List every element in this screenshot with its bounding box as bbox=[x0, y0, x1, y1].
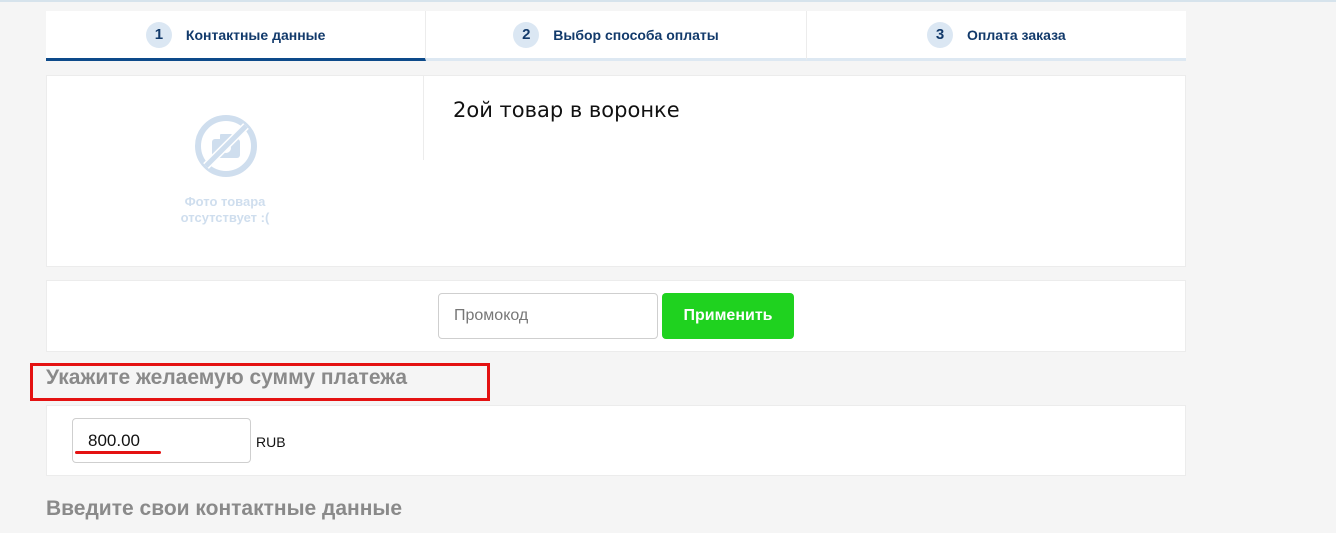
contact-details-heading: Введите свои контактные данные bbox=[46, 497, 403, 520]
step-number-badge: 1 bbox=[145, 21, 172, 48]
top-border-line bbox=[0, 0, 1336, 2]
step-order-payment[interactable]: 3 Оплата заказа bbox=[806, 11, 1186, 61]
product-photo-placeholder: Фото товара отсутствует :( bbox=[47, 76, 423, 266]
no-photo-icon bbox=[195, 115, 257, 177]
step-number-badge: 3 bbox=[926, 21, 953, 48]
checkout-steps: 1 Контактные данные 2 Выбор способа опла… bbox=[46, 11, 1186, 61]
currency-label: RUB bbox=[256, 434, 286, 450]
amount-highlight-underline bbox=[75, 451, 161, 454]
promo-code-input[interactable] bbox=[438, 293, 658, 339]
no-photo-text: Фото товара отсутствует :( bbox=[180, 194, 270, 225]
step-label: Оплата заказа bbox=[966, 26, 1066, 43]
promo-code-panel: Применить bbox=[46, 280, 1186, 352]
step-label: Контактные данные bbox=[185, 26, 326, 43]
product-card: Фото товара отсутствует :( 2ой товар в в… bbox=[46, 75, 1186, 267]
apply-promo-button[interactable]: Применить bbox=[662, 293, 794, 339]
step-number-badge: 2 bbox=[513, 21, 540, 48]
payment-amount-heading: Укажите желаемую сумму платежа bbox=[46, 366, 408, 389]
step-label: Выбор способа оплаты bbox=[553, 26, 719, 43]
step-contact-details[interactable]: 1 Контактные данные bbox=[46, 11, 427, 61]
payment-amount-panel: RUB bbox=[46, 405, 1186, 476]
divider bbox=[423, 76, 424, 160]
step-payment-method[interactable]: 2 Выбор способа оплаты bbox=[426, 11, 807, 61]
payment-amount-input[interactable] bbox=[72, 418, 251, 463]
product-title: 2ой товар в воронке bbox=[453, 98, 680, 122]
